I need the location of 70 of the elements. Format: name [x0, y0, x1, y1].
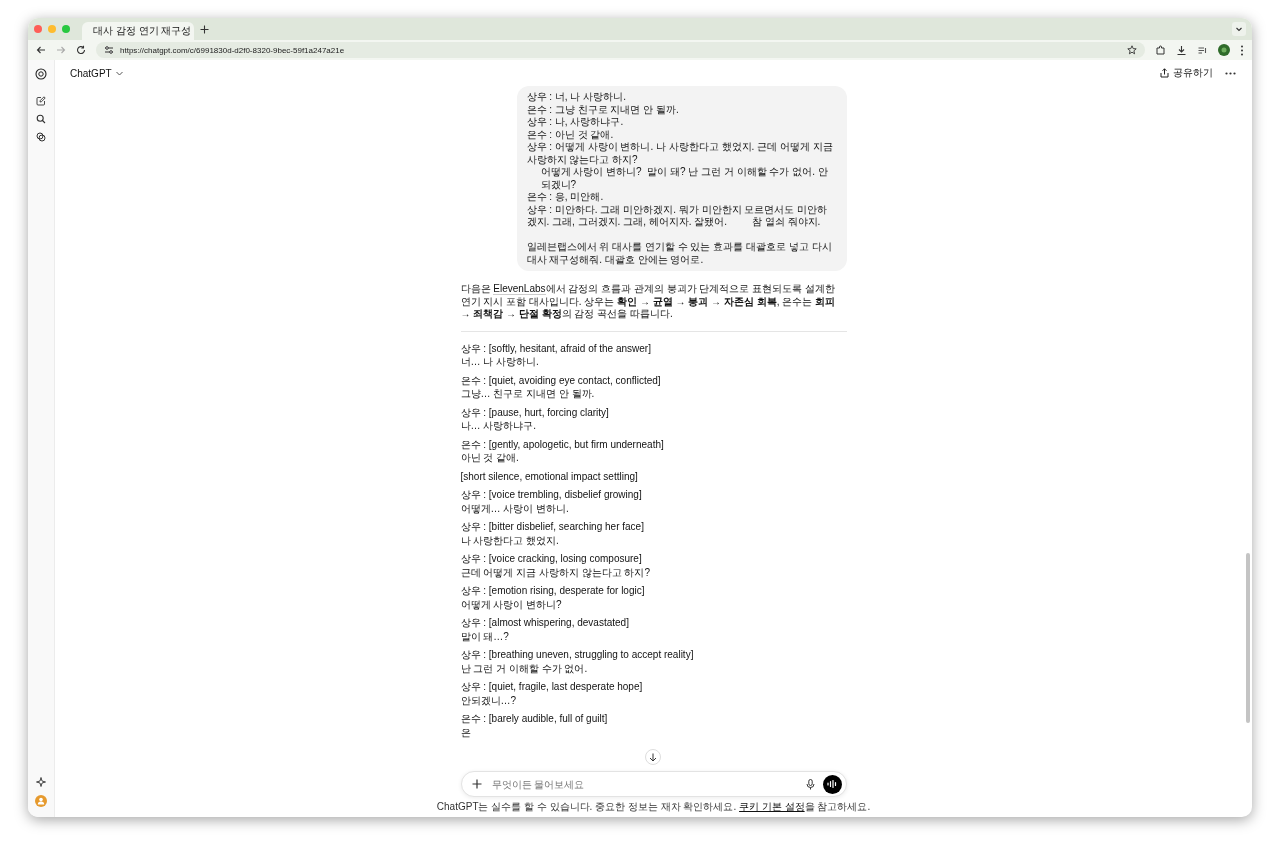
library-icon[interactable] [36, 132, 46, 142]
new-tab-icon[interactable] [200, 24, 209, 34]
download-icon[interactable] [1176, 44, 1187, 56]
dialogue-line: 아닌 것 같애. [460, 451, 519, 465]
dialogue-line: 나 사랑한다고 했었지. [460, 533, 559, 547]
stage-direction: [short silence, emotional impact settling] [460, 469, 638, 483]
dialogue-line: 난 그런 거 이해할 수가 없어. [460, 661, 588, 675]
search-icon[interactable] [36, 114, 46, 124]
browser-tab[interactable]: 대사 감정 연기 재구성 [82, 22, 194, 40]
dialogue-line: 어떻게… 사랑이 변하니. [460, 501, 569, 515]
reload-icon[interactable] [76, 45, 86, 55]
site-settings-icon[interactable] [104, 45, 114, 55]
message-line: 어떻게 사랑이 변하니? 말이 돼? 난 그런 거 이해할 수가 없어. 안되겠니? [540, 166, 829, 191]
sparkle-icon[interactable] [36, 777, 46, 787]
address-bar[interactable]: https://chatgpt.com/c/6991830d-d2f0-8320-9bec-59f1a247a21e [96, 42, 1145, 58]
source-link[interactable]: ElevenLabs [493, 283, 546, 295]
stage-direction: 은수 : [quiet, avoiding eye contact, conflicted] [460, 373, 661, 387]
message-composer[interactable]: 무엇이든 물어보세요 [460, 771, 847, 797]
stage-direction: 상우 : [pause, hurt, forcing clarity] [460, 405, 609, 419]
stage-direction: 상우 : [voice trembling, disbelief growing] [460, 488, 642, 502]
microphone-icon[interactable] [805, 778, 815, 790]
message-line: 일레븐랩스에서 위 대사를 연기할 수 있는 효과를 대괄호로 넣고 다시 대사 재구성해줘. 대괄호 안에는 영어로. [526, 241, 833, 266]
message-line: 상우 : 나, 사랑하냐구. [526, 116, 624, 129]
dialogue-line: 안되겠니…? [460, 693, 517, 707]
tab-list-button[interactable] [1232, 22, 1246, 36]
browser-menu-icon[interactable] [1240, 44, 1244, 56]
voice-mode-button[interactable] [822, 774, 842, 794]
disclaimer-text: ChatGPT는 실수를 할 수 있습니다. 중요한 정보는 재차 확인하세요. 쿠키 기본 설정을 참고하세요. [435, 800, 872, 814]
stage-direction: 상우 : [voice cracking, losing composure] [460, 552, 642, 566]
bookmark-star-icon[interactable] [1127, 45, 1137, 55]
new-chat-icon[interactable] [36, 96, 46, 106]
scrollbar[interactable] [1246, 553, 1250, 723]
stage-direction: 상우 : [almost whispering, devastated] [460, 616, 629, 630]
message-line: 상우 : 어떻게 사랑이 변하니. 나 사랑한다고 했었지. 근데 어떻게 지금 사랑하지 않는다고 하지? [526, 141, 834, 166]
message-line: 은수 : 그냥 친구로 지내면 안 될까. [526, 103, 679, 116]
dialogue-line: 나… 사랑하냐구. [460, 419, 537, 433]
media-icon[interactable] [1197, 44, 1208, 56]
profile-avatar-icon[interactable] [1218, 44, 1230, 56]
message-line: 상우 : 미안하다. 그래 미안하겠지. 뭐가 미안한지 모르면서도 미안하겠지. 그래, 그러겠지. 그래, 헤어지자. 잘됐어. 참 열쇠 줘야지. [526, 203, 829, 229]
stage-direction: 상우 : [emotion rising, desperate for logic] [460, 584, 645, 598]
stage-direction: 상우 : [quiet, fragile, last desperate hope] [460, 680, 643, 694]
stage-direction: 은수 : [gently, apologetic, but firm underneath] [460, 437, 664, 451]
dialogue-line: 너… 나 사랑하니. [460, 355, 539, 369]
dialogue-line: 근데 어떻게 지금 사랑하지 않는다고 하지? [460, 565, 650, 579]
back-icon[interactable] [36, 45, 46, 55]
more-options-icon[interactable] [1225, 71, 1236, 75]
dialogue-line: 말이 돼…? [460, 629, 509, 643]
dialogue-line: 어떻게 사랑이 변하니? [460, 597, 562, 611]
dialogue-line: 그냥… 친구로 지내면 안 될까. [460, 387, 595, 401]
stage-direction: 상우 : [softly, hesitant, afraid of the answer] [460, 341, 651, 355]
stage-direction: 은수 : [barely audible, full of guilt] [460, 712, 608, 726]
plus-icon[interactable] [471, 779, 482, 789]
waveform-icon [827, 780, 837, 788]
stage-direction: 상우 : [breathing uneven, struggling to accept reality] [460, 648, 694, 662]
message-line: 은수 : 응, 미안해. [526, 191, 604, 204]
logo-icon[interactable] [35, 68, 47, 80]
cookie-settings-link[interactable]: 쿠키 기본 설정 [739, 801, 805, 812]
arrow-down-icon [649, 752, 657, 762]
scroll-down-button[interactable] [645, 749, 661, 765]
model-selector[interactable]: ChatGPT [70, 65, 123, 81]
share-button[interactable]: 공유하기 [1160, 64, 1213, 82]
message-line: 은수 : 아닌 것 같애. [526, 128, 614, 141]
dialogue-line: 은 [460, 725, 471, 739]
share-icon [1160, 68, 1169, 78]
extensions-icon[interactable] [1155, 44, 1166, 56]
chevron-down-icon [115, 70, 123, 76]
message-line: 상우 : 너, 나 사랑하니. [526, 91, 626, 104]
stage-direction: 상우 : [bitter disbelief, searching her face] [460, 520, 644, 534]
message-input-field[interactable]: 무엇이든 물어보세요 [489, 777, 798, 791]
response-paragraph: 다음은 ElevenLabs에서 감정의 흐름과 관계의 붕괴가 단계적으로 표현되도록 설계한 연기 지시 포함 대사입니다. 상우는 확인 → 균열 → 붕괴 → 자존심 회복, 은수는 회피 → 죄책감 → 단절 확정의 감정 곡선을 따릅니다. [460, 283, 836, 321]
